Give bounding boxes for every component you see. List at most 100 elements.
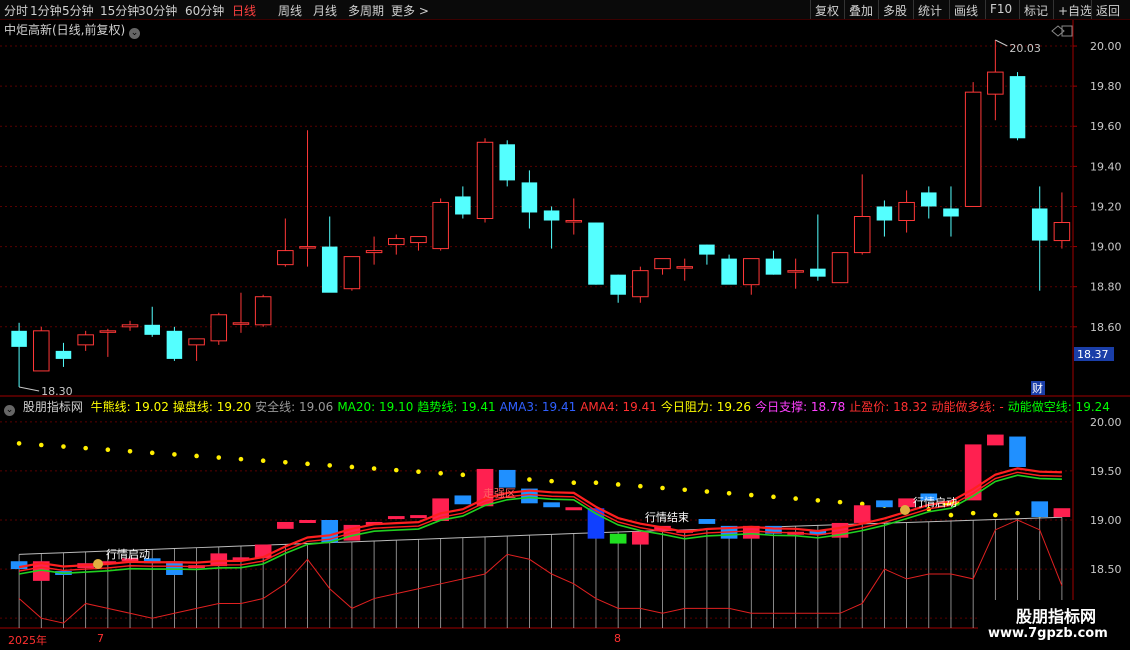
indicator-y-tick-label: 19.00 xyxy=(1090,514,1122,527)
resistance-dot xyxy=(615,482,621,487)
date-year-label: 2025年 xyxy=(8,634,47,647)
resistance-dot xyxy=(371,466,377,471)
indicator-legend-item-6: AMA4: 19.41 xyxy=(580,400,657,414)
indicator-y-tick-label: 19.50 xyxy=(1090,465,1122,478)
candle-body xyxy=(33,330,50,372)
resistance-dot xyxy=(682,487,688,493)
candle-body xyxy=(676,266,693,269)
watermark-line1: 股朋指标网 xyxy=(1016,607,1097,626)
trend-line-upper xyxy=(18,467,1062,569)
candle-body xyxy=(543,210,560,221)
indicator-legend-item-8: 今日支撑: 18.78 xyxy=(755,400,846,414)
safety-line xyxy=(19,516,1062,555)
indicator-legend-item-1: 操盘线: 19.20 xyxy=(172,400,252,414)
resistance-dot xyxy=(815,498,821,503)
resistance-dot xyxy=(660,485,665,491)
annotation-start-2: 行情启动 xyxy=(913,496,957,509)
candle-body xyxy=(55,350,72,359)
candle-body xyxy=(831,252,849,284)
candle-body xyxy=(188,338,205,346)
y-axis-tick-label: 19.20 xyxy=(1090,200,1122,213)
candle-body xyxy=(964,91,982,207)
indicator-block xyxy=(1009,436,1026,467)
resistance-dot xyxy=(305,461,310,467)
indicator-block xyxy=(454,495,472,505)
candle-body xyxy=(455,196,471,215)
candle-body xyxy=(11,330,27,347)
candle-body xyxy=(410,236,427,244)
candle-body xyxy=(876,206,893,221)
resistance-dot xyxy=(61,444,66,449)
resistance-dot xyxy=(216,455,222,460)
indicator-y-tick-label: 18.50 xyxy=(1090,563,1122,576)
chevron-down-icon[interactable]: ⌄ xyxy=(4,405,15,416)
candle-body xyxy=(365,250,383,254)
watermark: 股朋指标网 www.7gpzb.com xyxy=(978,600,1130,650)
candle-body xyxy=(565,220,583,223)
annotation-mid: 走强区 xyxy=(483,487,516,500)
indicator-block xyxy=(543,502,560,508)
indicator-legend-item-4: 趋势线: 19.41 xyxy=(417,400,496,414)
resistance-dot xyxy=(438,470,443,476)
candle-body xyxy=(476,141,494,220)
y-axis-tick-label: 20.00 xyxy=(1090,40,1122,53)
indicator-block xyxy=(876,500,893,508)
candle-body xyxy=(343,256,361,290)
indicator-legend-item-2: 安全线: 19.06 xyxy=(255,400,334,414)
high-price-label: 20.03 xyxy=(1009,42,1041,55)
candle-body xyxy=(654,258,671,270)
resistance-dot xyxy=(283,459,288,465)
resistance-dot xyxy=(38,442,44,448)
candle-body xyxy=(144,324,160,335)
resistance-dot xyxy=(726,490,732,496)
candle-body xyxy=(632,270,649,298)
indicator-block xyxy=(387,516,405,520)
candle-body xyxy=(765,258,782,275)
low-price-label: 18.30 xyxy=(41,385,73,398)
resistance-dot xyxy=(593,480,599,485)
candle-body xyxy=(499,144,515,181)
current-price-label: 18.37 xyxy=(1077,348,1109,361)
resistance-dot xyxy=(416,469,421,474)
date-month-7-label: 7 xyxy=(97,632,104,645)
candle-body xyxy=(743,258,760,286)
candle-body xyxy=(1031,208,1048,241)
candle-body xyxy=(787,270,804,273)
indicator-title-bar: ⌄ 股朋指标网 牛熊线: 19.02 操盘线: 19.20 安全线: 19.06 MA… xyxy=(4,398,1114,416)
resistance-dot xyxy=(549,478,554,484)
resistance-dot xyxy=(1015,510,1020,516)
candle-body xyxy=(588,222,604,285)
candle-body xyxy=(853,216,871,254)
annotation-end: 行情结束 xyxy=(645,511,689,524)
candle-body xyxy=(721,258,737,285)
candle-body xyxy=(166,330,183,359)
money-bag-icon xyxy=(93,559,103,569)
candle-body xyxy=(810,268,826,277)
indicator-block xyxy=(609,533,627,544)
candle-body xyxy=(987,71,1004,95)
resistance-dot xyxy=(837,499,843,505)
candle-body xyxy=(521,182,538,213)
resistance-dot xyxy=(83,445,88,451)
indicator-block xyxy=(410,515,427,519)
indicator-legend-item-11: 动能做空线: 19.24 xyxy=(1007,400,1110,414)
chart-canvas[interactable]: 20.00 19.80 19.60 19.40 19.20 19.00 18.80 18.60… xyxy=(0,0,1130,650)
candle-body xyxy=(943,208,959,217)
indicator-block xyxy=(698,519,716,524)
resistance-dot xyxy=(748,492,754,498)
candle-body xyxy=(299,246,316,249)
candle-body xyxy=(898,201,915,222)
resistance-dot xyxy=(194,453,199,459)
y-axis-tick-label: 18.60 xyxy=(1090,321,1122,334)
resistance-dot xyxy=(393,467,399,473)
resistance-dot xyxy=(993,512,998,518)
resistance-dot xyxy=(970,510,976,516)
indicator-name: 股朋指标网 xyxy=(22,400,83,414)
date-month-8-label: 8 xyxy=(614,632,621,645)
indicator-block xyxy=(565,507,583,511)
resistance-dot xyxy=(327,463,333,468)
indicator-block xyxy=(987,434,1004,446)
y-axis-tick-label: 19.00 xyxy=(1090,241,1122,254)
indicator-block xyxy=(632,531,649,545)
resistance-dot xyxy=(704,489,710,494)
